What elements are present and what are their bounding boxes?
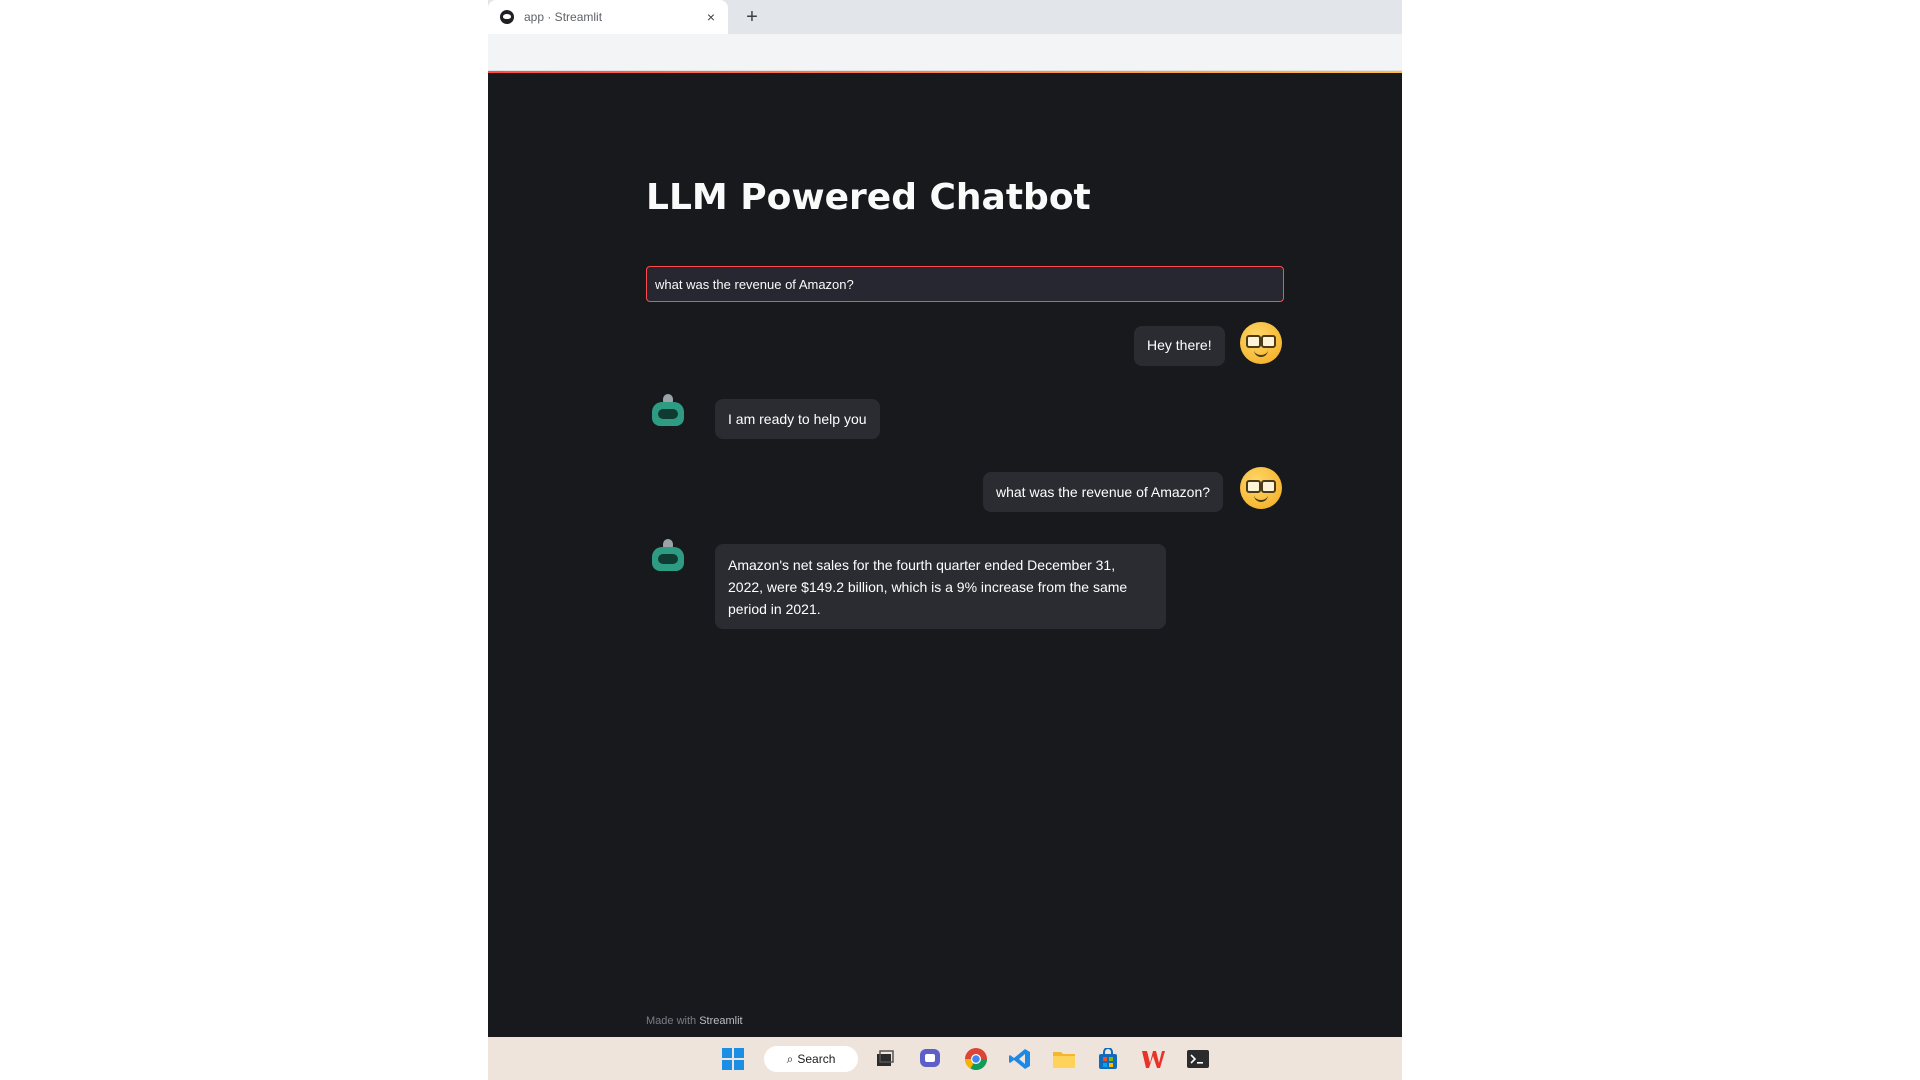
chat-input[interactable] — [646, 266, 1284, 302]
windows-start-icon[interactable] — [719, 1045, 747, 1073]
windows-taskbar: ⌕ Search — [488, 1037, 1402, 1080]
file-explorer-icon[interactable] — [1050, 1045, 1078, 1073]
chat-message-bot: Amazon's net sales for the fourth quarte… — [715, 544, 1166, 629]
tab-close-icon[interactable]: × — [700, 9, 722, 25]
browser-tab[interactable]: app · Streamlit × — [488, 0, 728, 34]
browser-toolbar — [488, 34, 1402, 71]
vscode-icon[interactable] — [1006, 1045, 1034, 1073]
browser-tabstrip: app · Streamlit × + — [488, 0, 1402, 34]
terminal-icon[interactable] — [1184, 1045, 1212, 1073]
chat-message-bot: I am ready to help you — [715, 399, 880, 439]
taskbar-search-button[interactable]: ⌕ Search — [764, 1046, 858, 1072]
message-bubble: Amazon's net sales for the fourth quarte… — [715, 544, 1166, 629]
bot-avatar-robot-icon — [650, 394, 686, 430]
message-bubble: I am ready to help you — [715, 399, 880, 439]
page-title: LLM Powered Chatbot — [646, 177, 1091, 218]
search-label: Search — [797, 1052, 836, 1066]
wps-office-icon[interactable] — [1139, 1045, 1167, 1073]
message-bubble: Hey there! — [1134, 326, 1225, 366]
new-tab-button[interactable]: + — [740, 5, 764, 29]
footer-made-with: Made with — [646, 1015, 697, 1027]
streamlit-footer: Made with Streamlit — [646, 1015, 743, 1027]
task-view-icon[interactable] — [871, 1045, 899, 1073]
teams-chat-icon[interactable] — [916, 1045, 944, 1073]
magnifier-icon: ⌕ — [786, 1051, 794, 1066]
store-icon[interactable] — [1094, 1045, 1122, 1073]
user-avatar-nerd-face-icon — [1240, 467, 1282, 509]
chat-message-user: what was the revenue of Amazon? — [983, 472, 1224, 512]
streamlit-favicon-icon — [500, 10, 514, 24]
screen: app · Streamlit × + LLM Powered Chatbot … — [488, 0, 1402, 1080]
user-avatar-nerd-face-icon — [1240, 322, 1282, 364]
message-bubble: what was the revenue of Amazon? — [983, 472, 1224, 512]
footer-streamlit-link[interactable]: Streamlit — [699, 1015, 742, 1027]
chrome-icon[interactable] — [962, 1045, 990, 1073]
streamlit-app: LLM Powered Chatbot Hey there! I am read… — [488, 73, 1402, 1037]
bot-avatar-robot-icon — [650, 539, 686, 575]
tab-title: app · Streamlit — [524, 10, 603, 24]
chat-message-user: Hey there! — [1134, 326, 1225, 366]
